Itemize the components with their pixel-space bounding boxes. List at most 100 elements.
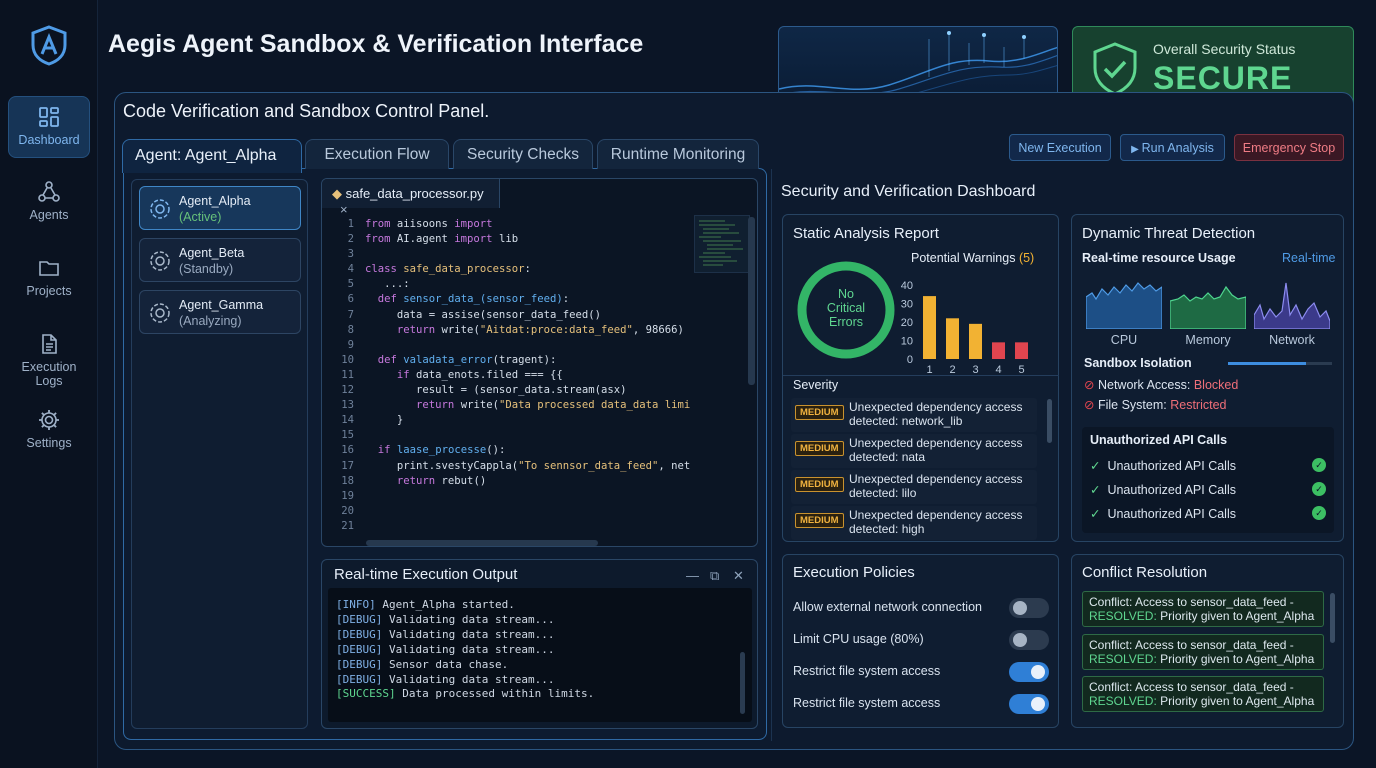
sidebar-item-agents[interactable]: Agents: [8, 172, 90, 234]
console-scrollbar[interactable]: [740, 652, 745, 714]
y-tick-label: 30: [901, 299, 913, 311]
severity-text: Unexpected dependency access detected: h…: [849, 508, 1023, 536]
conflict-item[interactable]: Conflict: Access to sensor_data_feed - RE…: [1082, 676, 1324, 712]
metric-label: CPU: [1110, 333, 1138, 347]
cpu-sparkline: [1086, 282, 1162, 329]
isolation-bar: [1228, 362, 1332, 365]
tab-agent-alpha[interactable]: Agent: Agent_Alpha: [122, 139, 302, 173]
network-access-row: ⊘ Network Access: Blocked: [1084, 378, 1239, 392]
policy-label: Restrict file system access: [793, 696, 941, 710]
code-minimap[interactable]: [694, 215, 750, 273]
usage-label: Real-time resource Usage: [1082, 251, 1236, 265]
agent-icon: [150, 199, 170, 219]
warning-bar: [946, 318, 959, 359]
severity-badge: MEDIUM: [795, 513, 844, 528]
conflict-item[interactable]: Conflict: Access to sensor_data_feed - RE…: [1082, 591, 1324, 627]
close-tab-icon[interactable]: ×: [340, 202, 348, 217]
log-line: [SUCCESS] Data processed within limits.: [336, 687, 595, 701]
agent-status: (Analyzing): [179, 314, 242, 328]
policy-toggle-filesystem-2[interactable]: [1009, 694, 1049, 714]
status-label: Overall Security Status: [1153, 41, 1296, 57]
agent-name: Agent_Gamma: [179, 298, 264, 312]
severity-badge: MEDIUM: [795, 441, 844, 456]
play-icon: ▶: [1131, 144, 1142, 155]
agents-icon: [38, 181, 60, 202]
policy-label: Limit CPU usage (80%): [793, 632, 924, 646]
code-content[interactable]: from aiisoons import from AI.agent impor…: [365, 217, 695, 489]
new-execution-button[interactable]: New Execution: [1009, 134, 1111, 161]
output-console[interactable]: [INFO] Agent_Alpha started. [DEBUG] Vali…: [328, 588, 752, 722]
x-tick-label: 1: [926, 364, 932, 375]
editor-vertical-scrollbar[interactable]: [748, 217, 755, 385]
agent-icon: [150, 251, 170, 271]
policy-toggle-cpu[interactable]: [1009, 630, 1049, 650]
sidebar-item-dashboard[interactable]: Dashboard: [8, 96, 90, 158]
y-tick-label: 40: [901, 280, 913, 292]
log-line: [INFO] Agent_Alpha started.: [336, 598, 515, 611]
severity-row[interactable]: MEDIUM Unexpected dependency access detec…: [791, 506, 1037, 540]
severity-row[interactable]: MEDIUM Unexpected dependency access detec…: [791, 398, 1037, 432]
realtime-label: Real-time: [1282, 251, 1336, 265]
code-editor[interactable]: ◆ safe_data_processor.py × 1 2 3 4 5 6 7 8 9 10 11…: [321, 178, 758, 547]
sidebar-item-label: Execution Logs: [21, 360, 77, 388]
severity-scrollbar[interactable]: [1047, 399, 1052, 443]
policy-label: Allow external network connection: [793, 600, 982, 614]
metric-label: Network: [1269, 333, 1315, 347]
severity-row[interactable]: MEDIUM Unexpected dependency access detec…: [791, 470, 1037, 504]
sidebar-item-projects[interactable]: Projects: [8, 248, 90, 310]
sidebar-item-label: Agents: [29, 208, 69, 222]
conflict-scrollbar[interactable]: [1330, 593, 1335, 643]
emergency-stop-button[interactable]: Emergency Stop: [1234, 134, 1344, 161]
minimize-icon[interactable]: —: [686, 568, 699, 583]
policy-toggle-filesystem[interactable]: [1009, 662, 1049, 682]
agent-status: (Active): [179, 210, 222, 224]
agent-name: Agent_Alpha: [179, 194, 251, 208]
sidebar-item-execution-logs[interactable]: Execution Logs: [8, 324, 90, 388]
metric-label: Memory: [1185, 333, 1231, 347]
dashboard-title: Security and Verification Dashboard: [781, 183, 1036, 200]
agent-card-beta[interactable]: Agent_Beta (Standby): [139, 238, 301, 282]
tab-execution-flow[interactable]: Execution Flow: [305, 139, 449, 169]
conflict-item[interactable]: Conflict: Access to sensor_data_feed - RE…: [1082, 634, 1324, 670]
tab-security-checks[interactable]: Security Checks: [453, 139, 593, 169]
severity-text: Unexpected dependency access detected: n…: [849, 400, 1023, 428]
dashboard-icon: [39, 107, 59, 127]
warning-bar: [1015, 342, 1028, 359]
blocked-icon: ⊘: [1084, 398, 1095, 412]
memory-sparkline: [1170, 285, 1246, 329]
sidebar-item-label: Projects: [26, 284, 72, 298]
close-icon[interactable]: ✕: [733, 568, 744, 584]
log-line: [DEBUG] Validating data stream...: [336, 672, 555, 686]
tab-runtime-monitoring[interactable]: Runtime Monitoring: [597, 139, 759, 169]
gear-icon: [39, 410, 59, 430]
check-icon: ✓: [1090, 507, 1101, 521]
severity-badge: MEDIUM: [795, 405, 844, 420]
check-circle-icon: ✓: [1312, 506, 1326, 520]
severity-row[interactable]: MEDIUM Unexpected dependency access detec…: [791, 434, 1037, 468]
warning-bar: [969, 323, 982, 359]
policies-title: Execution Policies: [793, 564, 915, 581]
sidebar-item-settings[interactable]: Settings: [8, 400, 90, 462]
check-icon: ✓: [1090, 483, 1101, 497]
agent-status: (Standby): [179, 262, 234, 276]
check-circle-icon: ✓: [1312, 458, 1326, 472]
y-tick-label: 10: [901, 336, 913, 348]
restore-icon[interactable]: ⧉: [710, 568, 719, 584]
severity-text: Unexpected dependency access detected: l…: [849, 472, 1023, 500]
editor-file-tab[interactable]: ◆ safe_data_processor.py ×: [322, 179, 500, 217]
conflict-resolution-card: Conflict Resolution Conflict: Access to …: [1071, 554, 1344, 728]
agent-icon: [150, 303, 170, 323]
network-sparkline: [1254, 282, 1330, 329]
x-tick-label: 5: [1018, 364, 1024, 375]
agent-card-gamma[interactable]: Agent_Gamma (Analyzing): [139, 290, 301, 334]
policy-toggle-network[interactable]: [1009, 598, 1049, 618]
x-tick-label: 4: [995, 364, 1001, 375]
api-calls-box: Unauthorized API Calls ✓ Unauthorized AP…: [1082, 427, 1334, 533]
x-tick-label: 3: [972, 364, 978, 375]
run-analysis-button[interactable]: ▶ Run Analysis: [1120, 134, 1225, 161]
editor-filename: safe_data_processor.py: [345, 186, 484, 201]
agent-card-alpha[interactable]: Agent_Alpha (Active): [139, 186, 301, 230]
warnings-label: Potential Warnings (5): [911, 251, 1035, 265]
editor-horizontal-scrollbar[interactable]: [366, 540, 598, 546]
app-title: Aegis Agent Sandbox & Verification Inter…: [108, 30, 644, 58]
